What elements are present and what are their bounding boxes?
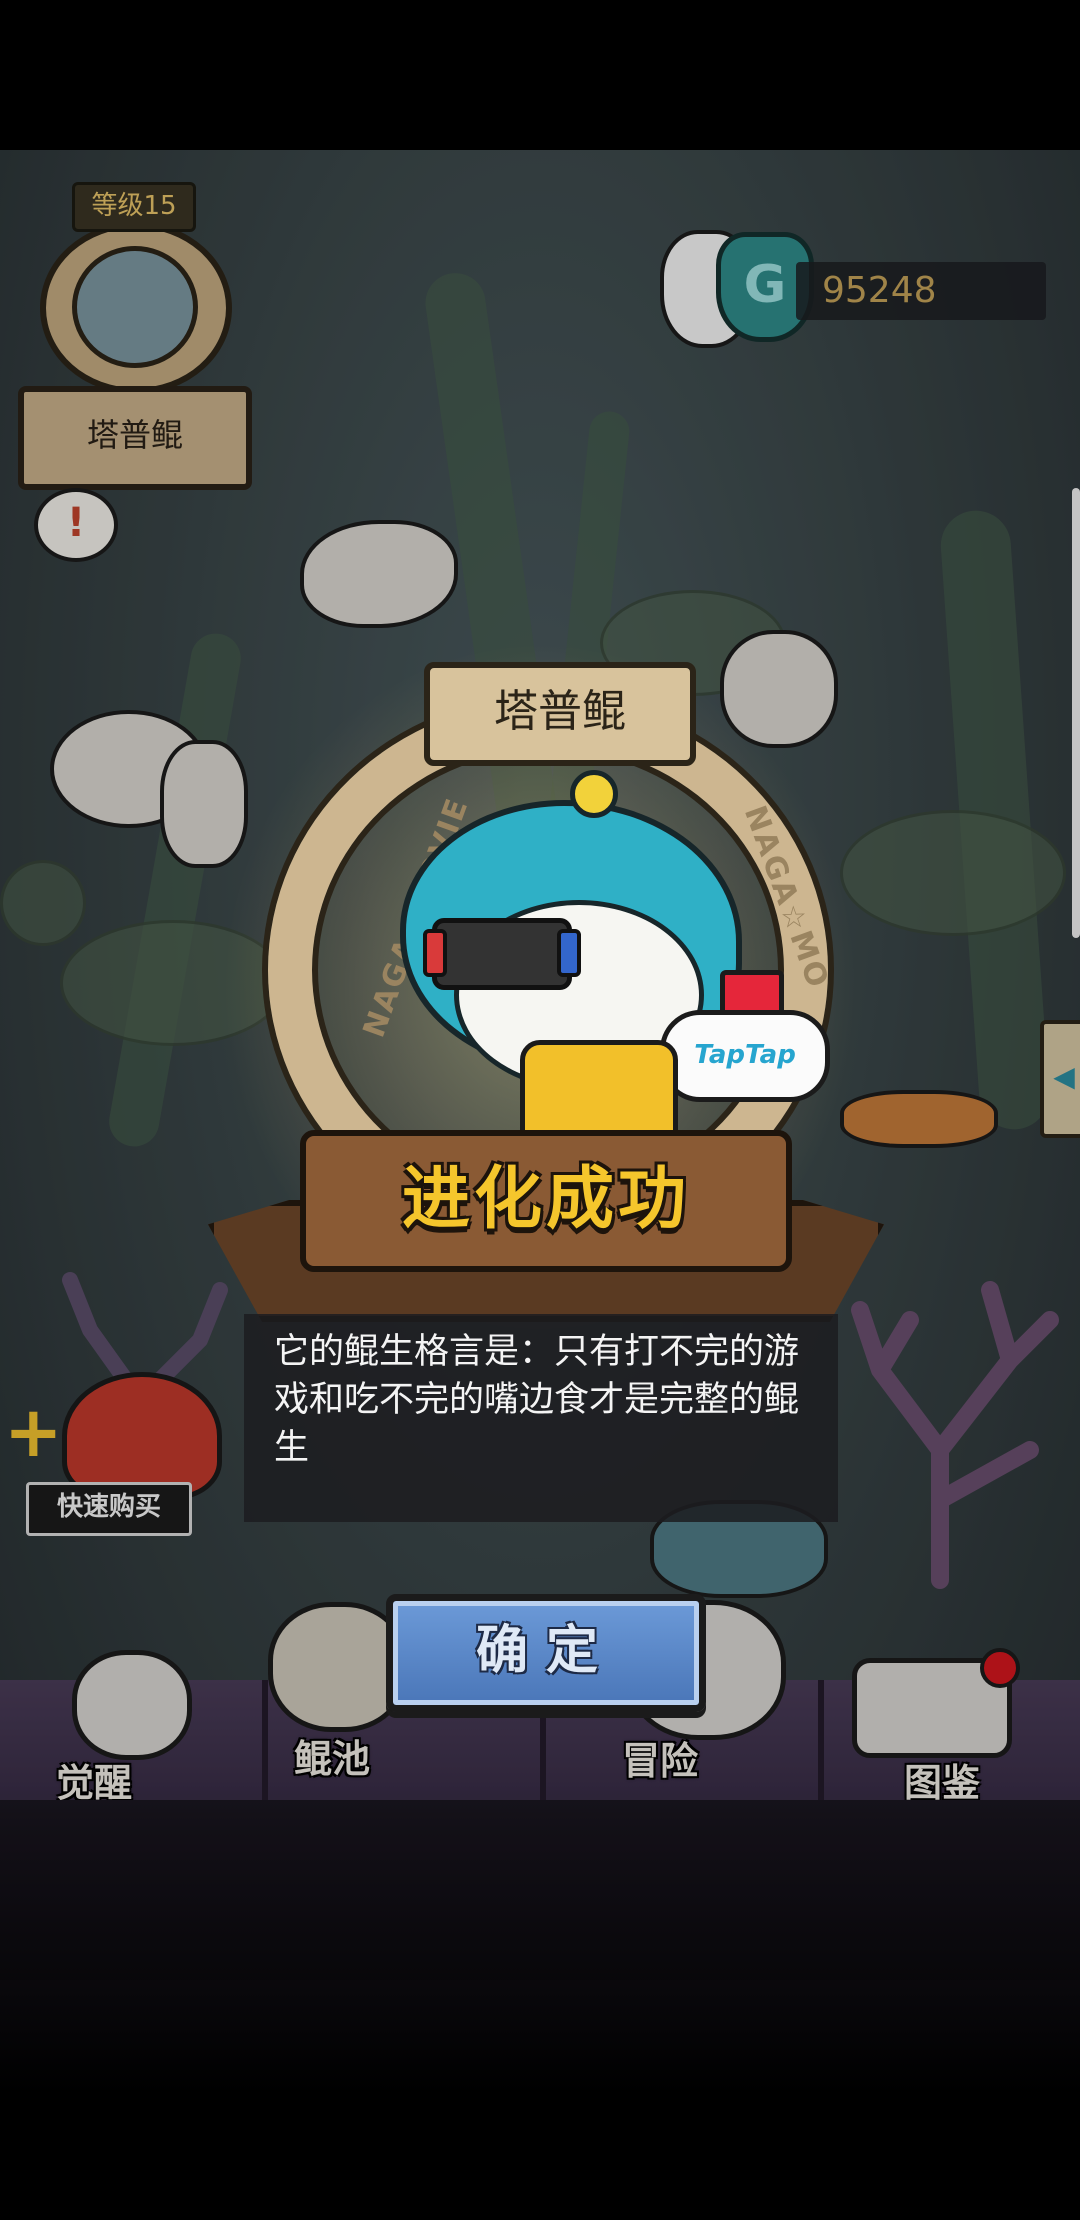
pet-antenna <box>570 770 618 818</box>
status-bar-area <box>0 0 1080 150</box>
confirm-button[interactable]: 确定 <box>386 1594 706 1712</box>
snack-bag-icon <box>520 1040 678 1140</box>
evolution-success-banner: 进化成功 <box>300 1130 792 1272</box>
gamepad-icon <box>423 918 581 990</box>
motto-box: 它的鲲生格言是：只有打不完的游戏和吃不完的嘴边食才是完整的鲲生 <box>244 1314 838 1522</box>
taptap-badge: TapTap <box>660 1010 830 1102</box>
modal-pet-name: 塔普鲲 <box>424 662 696 766</box>
pet-motto-text: 它的鲲生格言是：只有打不完的游戏和吃不完的嘴边食才是完整的鲲生 <box>274 1332 800 1468</box>
